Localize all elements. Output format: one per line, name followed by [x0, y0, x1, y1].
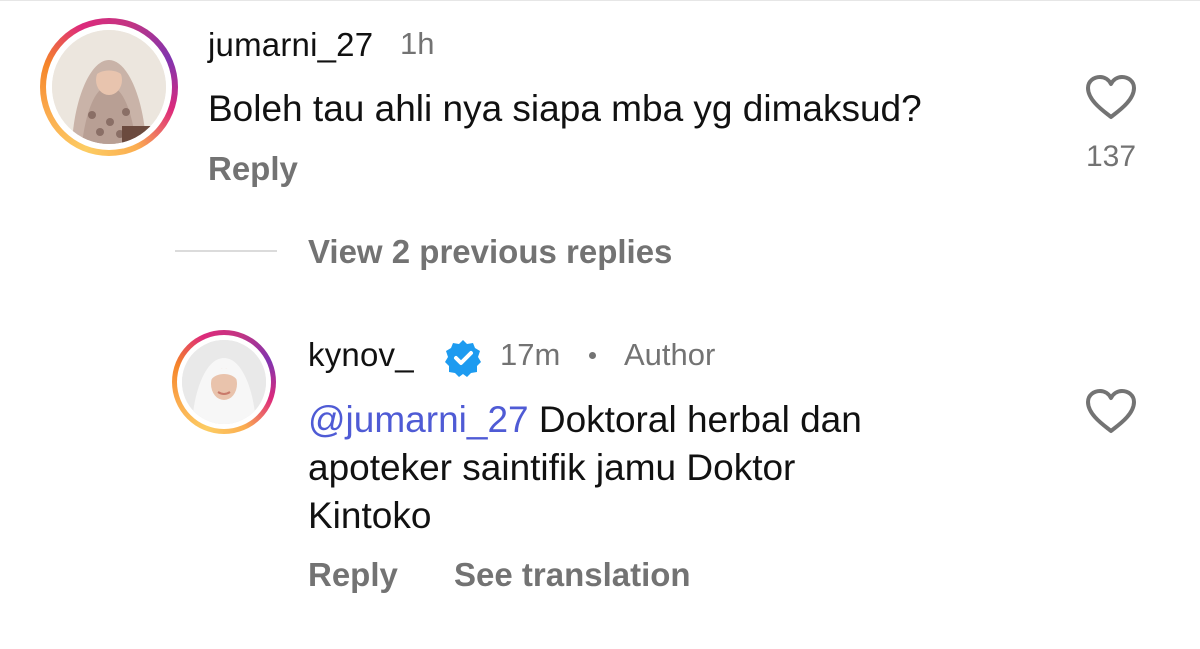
see-translation-button[interactable]: See translation	[454, 556, 691, 594]
comment-text: Boleh tau ahli nya siapa mba yg dimaksud…	[208, 88, 922, 129]
comment-username[interactable]: jumarni_27	[208, 26, 373, 64]
author-label: Author	[624, 337, 716, 372]
reply-text-line-1: @jumarni_27 Doktoral herbal dan	[308, 397, 862, 443]
reply-reply-button[interactable]: Reply	[308, 556, 398, 594]
reply-text-line-2: apoteker saintifik jamu Doktor	[308, 447, 796, 488]
reply-text-line-3: Kintoko	[308, 495, 432, 536]
avatar-photo	[182, 340, 266, 424]
avatar-illustration	[52, 30, 166, 144]
comment-like-count: 137	[1086, 140, 1137, 173]
comment-reply-button[interactable]: Reply	[208, 150, 298, 188]
avatar-illustration	[182, 340, 266, 424]
avatar-kynov[interactable]	[172, 330, 276, 434]
avatar-photo	[52, 30, 166, 144]
comment-like-heart-icon[interactable]	[1085, 74, 1137, 120]
comment-timestamp: 1h	[400, 26, 435, 61]
reply-text-segment: Doktoral herbal dan	[528, 399, 862, 440]
meta-separator-dot	[589, 352, 596, 359]
view-previous-replies-button[interactable]: View 2 previous replies	[308, 233, 672, 271]
mention-link[interactable]: @jumarni_27	[308, 399, 529, 440]
verified-badge-icon	[445, 340, 481, 377]
reply-username[interactable]: kynov_	[308, 336, 414, 374]
reply-timestamp: 17m	[500, 337, 561, 372]
replies-connector-line	[175, 250, 277, 252]
avatar-jumarni[interactable]	[40, 18, 178, 156]
top-divider	[0, 0, 1200, 1]
reply-like-heart-icon[interactable]	[1085, 388, 1137, 434]
